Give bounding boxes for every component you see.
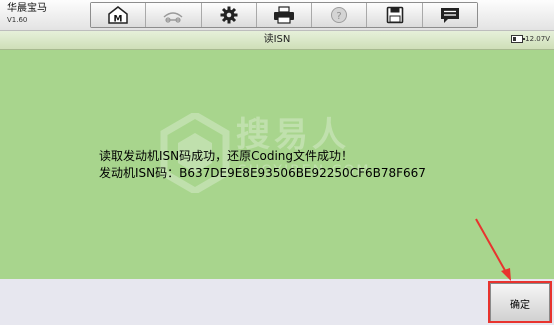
car-swap-icon	[163, 12, 183, 23]
settings-button[interactable]	[201, 3, 257, 27]
printer-icon	[273, 6, 294, 24]
message-button[interactable]	[422, 3, 477, 27]
battery-icon	[511, 35, 526, 43]
battery-status: 12.07V	[511, 35, 550, 43]
help-icon: ?	[331, 7, 348, 23]
gear-icon	[220, 6, 238, 24]
message-panel: 搜易人 SUOYIREN.COM 读取发动机ISN码成功，还原Coding文件成…	[0, 50, 554, 279]
message-line-2: 发动机ISN码：B637DE9E8E93506BE92250CF6B78F667	[99, 166, 426, 180]
svg-text:?: ?	[337, 11, 342, 22]
svg-text:M: M	[114, 15, 123, 25]
home-icon: M	[108, 6, 128, 25]
page-title: 读ISN	[263, 34, 291, 45]
home-button[interactable]: M	[91, 3, 147, 27]
highlight-box	[488, 281, 552, 323]
save-button[interactable]	[367, 3, 423, 27]
app-version: V1.60	[7, 16, 28, 24]
top-bar: 华晨宝马 V1.60 M ?	[0, 0, 554, 31]
message-icon	[440, 8, 459, 23]
print-button[interactable]	[256, 3, 313, 27]
battery-voltage: 12.07V	[525, 35, 550, 43]
app-title: 华晨宝马	[7, 3, 47, 14]
car-swap-button[interactable]	[146, 3, 202, 27]
help-button[interactable]: ?	[312, 3, 368, 27]
save-icon	[386, 6, 403, 24]
bottom-bar: 确定	[0, 279, 554, 325]
message-line-1: 读取发动机ISN码成功，还原Coding文件成功！	[99, 149, 354, 163]
title-bar: 读ISN 12.07V	[0, 31, 554, 50]
toolbar: M ?	[90, 2, 478, 28]
